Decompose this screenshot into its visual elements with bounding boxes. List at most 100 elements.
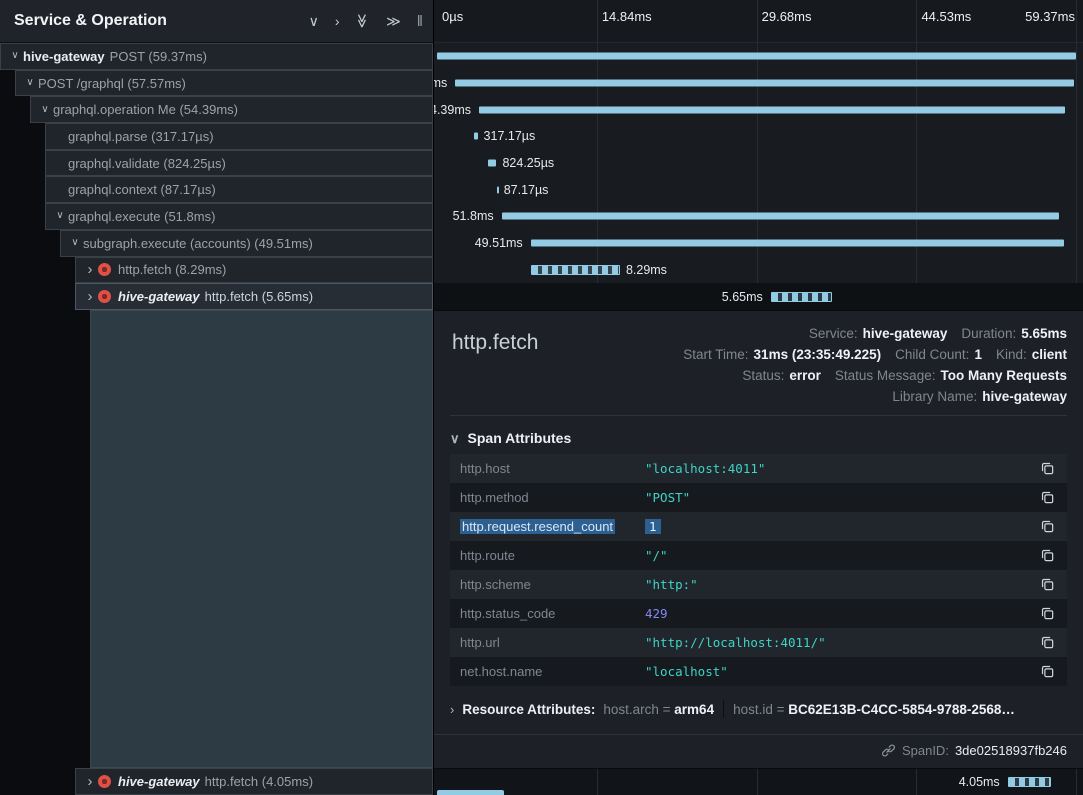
meta-value: client [1032,347,1067,362]
span-tree-row[interactable]: ∨POST /graphql (57.57ms) [15,70,433,97]
copy-icon [1040,519,1055,534]
attribute-key: http.host [460,461,645,476]
expand-all-icon[interactable]: ≫ [386,14,401,28]
timeline-bar-row[interactable]: 51.8ms [434,203,1083,230]
copy-value-button[interactable] [1038,459,1057,478]
attribute-key: http.request.resend_count [460,519,645,534]
timeline-bar-row[interactable]: 4.05ms [434,769,1083,795]
timeline-bar-row[interactable]: 5.65ms [434,283,1083,310]
copy-value-button[interactable] [1038,488,1057,507]
copy-icon [1040,635,1055,650]
attribute-key: net.host.name [460,664,645,679]
span-meta-line: Status:errorStatus Message:Too Many Requ… [450,365,1067,386]
copy-value-button[interactable] [1038,604,1057,623]
meta-value: hive-gateway [863,326,948,341]
resource-attribute-divider [723,700,724,718]
attribute-key: http.status_code [460,606,645,621]
meta-label: Child Count: [895,347,969,362]
resize-handle-icon[interactable]: ‖ [417,14,423,29]
timeline-bar-row[interactable]: 87.17µs [434,176,1083,203]
span-duration-bar[interactable] [437,53,1076,60]
collapse-children-icon[interactable]: ∨ [309,14,319,28]
ruler-tick: 44.53ms [921,9,971,24]
chevron-down-icon[interactable]: ∨ [22,78,38,88]
attribute-row: http.request.resend_count1 [450,512,1067,541]
resource-key: host.arch = [603,702,674,717]
left-panel-header: Service & Operation ∨›≫≫‖ [0,0,433,43]
chevron-right-icon[interactable]: › [82,262,98,277]
timeline-panel: 0µs14.84ms29.68ms44.53ms59.37ms 59.37ms5… [434,0,1083,795]
partial-span-bar [437,790,504,795]
timeline-rows: 59.37ms57.57ms 54.39ms 317.17µs 824.25µs 87.… [434,43,1083,310]
span-duration-label: 87.17µs [504,183,549,197]
chevron-down-icon[interactable]: ∨ [7,51,23,61]
chevron-down-icon[interactable]: ∨ [52,211,68,221]
copy-value-button[interactable] [1038,633,1057,652]
timeline-bar-row[interactable]: 59.37ms [434,43,1083,70]
span-title: http.fetch [452,331,538,355]
operation-label: http.fetch (5.65ms) [205,289,313,304]
resource-attributes-header[interactable]: › Resource Attributes: host.arch = arm64… [450,700,1067,718]
timeline-ruler[interactable]: 0µs14.84ms29.68ms44.53ms59.37ms [434,0,1083,43]
expand-children-icon[interactable]: › [335,14,340,28]
span-tree-row[interactable]: › http.fetch (8.29ms) [75,257,433,284]
collapse-all-icon[interactable]: ≫ [356,14,370,29]
timeline-bar-row[interactable]: 49.51ms [434,230,1083,257]
copy-value-button[interactable] [1038,575,1057,594]
operation-label: http.fetch (8.29ms) [118,262,226,277]
timeline-bar-row[interactable]: 8.29ms [434,257,1083,284]
attribute-key-text: http.host [460,461,510,476]
span-duration-bar[interactable] [531,240,1064,247]
span-duration-bar[interactable] [531,265,620,275]
span-tree-row[interactable]: graphql.validate (824.25µs) [45,150,433,177]
copy-value-button[interactable] [1038,662,1057,681]
attribute-key: http.url [460,635,645,650]
operation-label: POST /graphql (57.57ms) [38,76,186,91]
attribute-row: http.scheme"http:" [450,570,1067,599]
timeline-bar-row[interactable]: 57.57ms [434,70,1083,97]
span-duration-bar[interactable] [1008,777,1052,787]
timeline-bar-row[interactable]: 54.39ms [434,96,1083,123]
span-duration-bar[interactable] [497,186,499,193]
error-icon [98,263,111,276]
span-duration-bar[interactable] [488,160,497,167]
span-duration-bar[interactable] [474,133,477,140]
copy-value-button[interactable] [1038,517,1057,536]
span-attributes-table: http.host"localhost:4011"http.method"POS… [450,454,1067,686]
selected-span-expansion [90,310,433,768]
detail-divider [450,415,1067,416]
timeline-bar-row[interactable]: 824.25µs [434,150,1083,177]
span-tree-row[interactable]: ∨subgraph.execute (accounts) (49.51ms) [60,230,433,257]
span-tree-row[interactable]: ∨graphql.operation Me (54.39ms) [30,96,433,123]
span-tree-row[interactable]: graphql.context (87.17µs) [45,176,433,203]
span-duration-label: 54.39ms [434,103,471,117]
span-attributes-header[interactable]: ∨ Span Attributes [450,430,1067,446]
resource-attribute: host.arch = arm64 [603,702,714,717]
chevron-right-icon[interactable]: › [82,774,98,789]
attribute-key-text: http.request.resend_count [460,519,615,534]
bottom-tree-row-slot: ›hive-gatewayhttp.fetch (4.05ms) [0,768,433,795]
span-duration-bar[interactable] [771,292,832,302]
span-duration-bar[interactable] [502,213,1060,220]
span-duration-bar[interactable] [455,80,1074,87]
timeline-bar-row[interactable]: 317.17µs [434,123,1083,150]
span-tree-row[interactable]: ›hive-gatewayhttp.fetch (5.65ms) [75,283,433,310]
span-meta: Service:hive-gatewayDuration:5.65msStart… [450,323,1067,407]
timeline-gridline [757,0,758,42]
meta-label: Status: [742,368,784,383]
copy-value-button[interactable] [1038,546,1057,565]
meta-value: hive-gateway [982,389,1067,404]
attribute-row: http.host"localhost:4011" [450,454,1067,483]
span-tree-row[interactable]: graphql.parse (317.17µs) [45,123,433,150]
span-id: SpanID: 3de02518937fb246 [434,734,1083,758]
span-duration-label: 824.25µs [502,156,554,170]
span-duration-bar[interactable] [479,106,1065,113]
span-tree-row[interactable]: ∨graphql.execute (51.8ms) [45,203,433,230]
attribute-key-text: http.status_code [460,606,555,621]
chevron-down-icon[interactable]: ∨ [67,238,83,248]
chevron-down-icon[interactable]: ∨ [37,105,53,115]
bottom-timeline-strip: 4.05ms [434,768,1083,795]
span-tree-row[interactable]: ›hive-gatewayhttp.fetch (4.05ms) [75,768,433,795]
span-tree-row[interactable]: ∨hive-gatewayPOST (59.37ms) [0,43,433,70]
chevron-right-icon[interactable]: › [82,289,98,304]
